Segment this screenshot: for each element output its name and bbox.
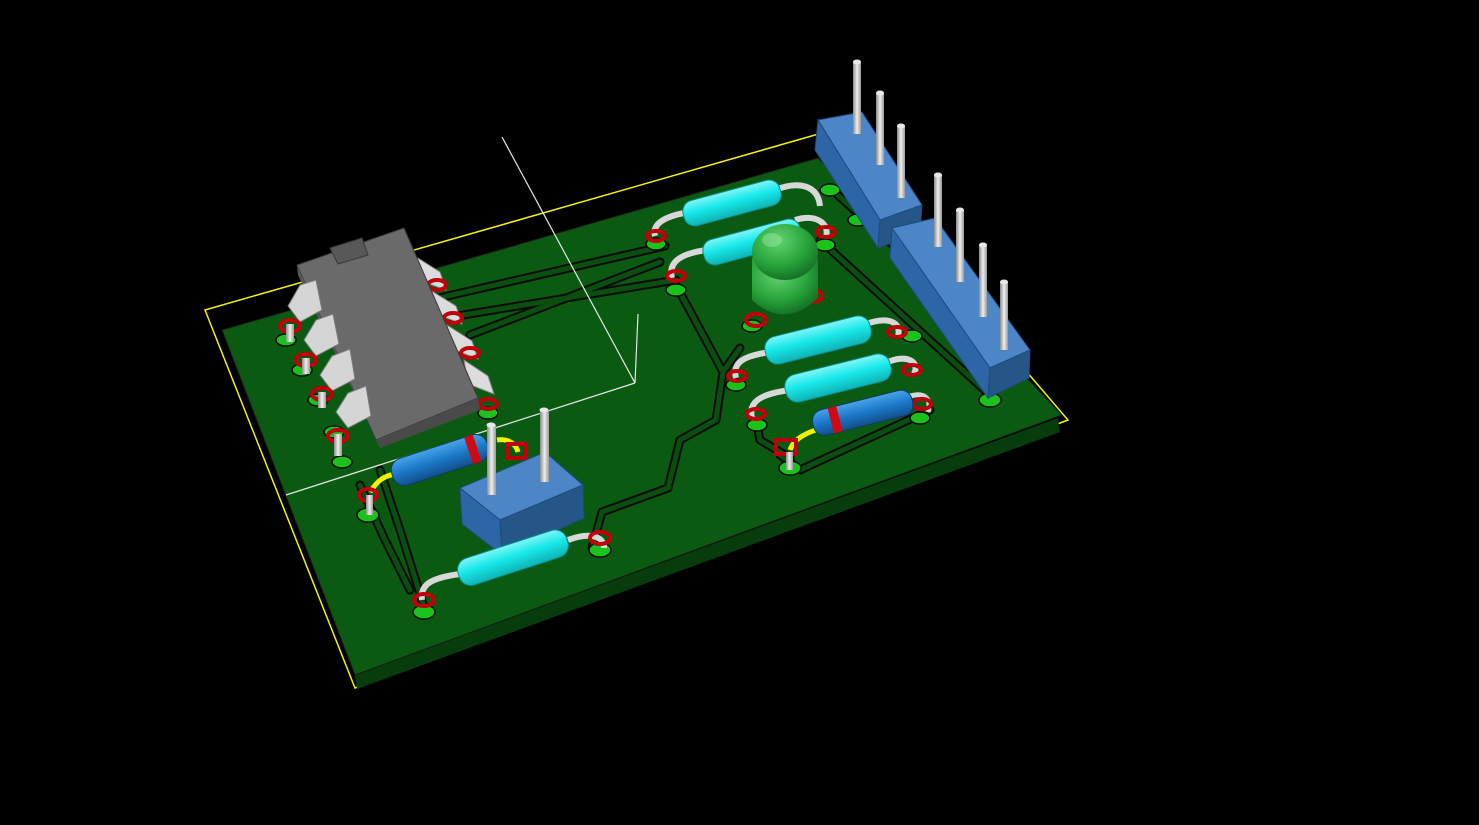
- pcb-3d-scene[interactable]: [0, 0, 1479, 825]
- 3d-pcb-viewport[interactable]: [0, 0, 1479, 825]
